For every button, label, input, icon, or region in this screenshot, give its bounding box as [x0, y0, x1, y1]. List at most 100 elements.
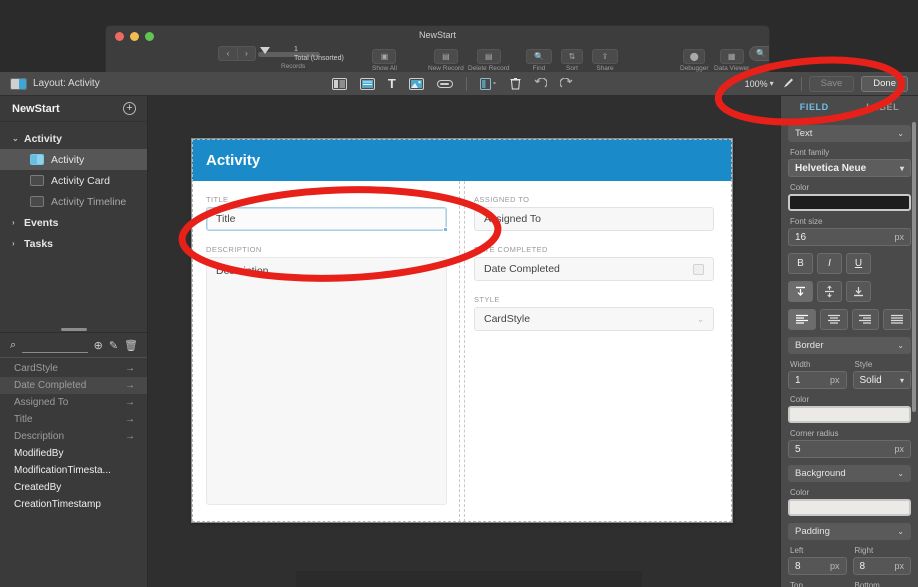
sort-group[interactable]: ⇅ Sort	[561, 46, 583, 72]
chevron-down-icon[interactable]: ▾	[900, 164, 904, 173]
section-padding[interactable]: Padding ⌄	[788, 523, 911, 540]
style-field[interactable]: CardStyle ⌄	[474, 307, 714, 331]
share-icon[interactable]: ⇪	[592, 49, 618, 64]
arrow-right-icon[interactable]: →	[125, 380, 135, 391]
align-left-button[interactable]	[788, 309, 816, 330]
section-border[interactable]: Border ⌄	[788, 337, 911, 354]
arrow-right-icon[interactable]: →	[125, 397, 135, 408]
chevron-down-icon[interactable]: ⌄	[897, 527, 904, 536]
redo-icon[interactable]	[559, 77, 573, 90]
image-icon[interactable]	[408, 77, 424, 90]
chevron-down-icon[interactable]: ⌄	[12, 134, 24, 143]
undo-icon[interactable]	[534, 77, 547, 90]
list-item[interactable]: Assigned To →	[0, 394, 147, 411]
align-center-button[interactable]	[819, 309, 848, 330]
list-item[interactable]: CreatedBy	[0, 479, 147, 496]
debugger-icon[interactable]: ⬤	[683, 49, 706, 64]
list-item[interactable]: Date Completed →	[0, 377, 147, 394]
chevron-down-icon[interactable]: ⌄	[897, 469, 904, 478]
trash-icon[interactable]	[510, 77, 521, 90]
date-completed-field[interactable]: Date Completed	[474, 257, 714, 281]
bold-button[interactable]: B	[788, 253, 813, 274]
delete-record-group[interactable]: ▤ Delete Record	[468, 46, 510, 72]
button-icon[interactable]	[436, 79, 453, 89]
list-item[interactable]: CreationTimestamp	[0, 496, 147, 513]
inspector-scroll[interactable]: Text ⌄ Font family Helvetica Neue ▾ Colo…	[781, 118, 918, 587]
delete-field-icon[interactable]: 🗑	[124, 339, 138, 352]
list-item[interactable]: ModificationTimesta...	[0, 462, 147, 479]
delete-record-icon[interactable]: ▤	[476, 49, 501, 64]
align-top-button[interactable]	[788, 281, 813, 302]
tree-group-events[interactable]: › Events	[0, 212, 147, 233]
share-group[interactable]: ⇪ Share	[592, 46, 618, 72]
inspector-scrollbar[interactable]	[912, 122, 916, 412]
chevron-down-icon[interactable]: ▾	[900, 376, 904, 385]
title-field[interactable]: Title	[206, 207, 448, 232]
align-justify-button[interactable]	[883, 309, 911, 330]
chevron-right-icon[interactable]: ›	[12, 239, 24, 248]
field-search-row[interactable]: ⌕ ⊕ ✎ 🗑	[0, 334, 147, 358]
debugger-group[interactable]: ⬤ Debugger	[680, 46, 709, 72]
align-bottom-button[interactable]	[846, 281, 871, 302]
new-record-group[interactable]: ▤ New Record	[428, 46, 464, 72]
resize-handle[interactable]	[443, 227, 448, 232]
add-field-icon[interactable]: ⊕	[94, 339, 103, 352]
new-record-icon[interactable]: ▤	[433, 49, 458, 64]
tree-group-tasks[interactable]: › Tasks	[0, 233, 147, 254]
arrow-right-icon[interactable]: →	[125, 414, 135, 425]
arrow-right-icon[interactable]: →	[125, 431, 135, 442]
chevron-right-icon[interactable]: ›	[12, 218, 24, 227]
list-item[interactable]: Description →	[0, 428, 147, 445]
sort-icon[interactable]: ⇅	[561, 49, 583, 64]
italic-button[interactable]: I	[817, 253, 842, 274]
sidebar-item-activity-card[interactable]: Activity Card	[0, 170, 147, 191]
edit-field-icon[interactable]: ✎	[109, 339, 118, 352]
sidebar-resize-handle[interactable]	[60, 328, 87, 331]
section-background[interactable]: Background ⌄	[788, 465, 911, 482]
data-viewer-icon[interactable]: ▦	[719, 49, 744, 64]
tab-field[interactable]: FIELD	[800, 102, 829, 112]
record-nav-buttons[interactable]: ‹ ›	[218, 46, 256, 61]
list-item[interactable]: ModifiedBy	[0, 445, 147, 462]
description-field[interactable]: Description	[206, 257, 447, 505]
sidebar-item-activity[interactable]: Activity	[0, 149, 147, 170]
font-size-input[interactable]: 16 px	[788, 228, 911, 246]
show-all-group[interactable]: ▣ Show All	[372, 46, 397, 72]
portal-icon[interactable]	[359, 77, 375, 90]
calendar-icon[interactable]	[693, 263, 704, 275]
align-middle-button[interactable]	[817, 281, 842, 302]
border-width-input[interactable]: 1 px	[788, 371, 847, 389]
previous-record-icon[interactable]: ‹	[218, 46, 237, 61]
next-record-icon[interactable]: ›	[237, 46, 256, 61]
field-picker-icon[interactable]	[479, 77, 497, 90]
zoom-level[interactable]: 100%	[745, 79, 768, 89]
border-color-swatch[interactable]	[788, 406, 911, 423]
add-layout-icon[interactable]: +	[123, 102, 136, 115]
panel-icon[interactable]	[331, 77, 347, 90]
field-search-input[interactable]	[22, 339, 88, 353]
background-color-swatch[interactable]	[788, 499, 911, 516]
border-style-select[interactable]: Solid ▾	[852, 371, 911, 389]
underline-button[interactable]: U	[846, 253, 871, 274]
chevron-down-icon[interactable]: ⌄	[897, 129, 904, 138]
find-group[interactable]: 🔍 Find	[526, 46, 552, 72]
show-all-icon[interactable]: ▣	[372, 49, 397, 64]
chevron-down-icon[interactable]: ⌄	[897, 341, 904, 350]
list-item[interactable]: Title →	[0, 411, 147, 428]
align-right-button[interactable]	[851, 309, 880, 330]
corner-radius-input[interactable]: 5 px	[788, 440, 911, 458]
data-viewer-group[interactable]: ▦ Data Viewer	[714, 46, 749, 72]
text-tool-icon[interactable]: T	[388, 76, 396, 91]
sidebar-item-activity-timeline[interactable]: Activity Timeline	[0, 191, 147, 212]
format-painter-icon[interactable]	[781, 77, 794, 90]
find-icon[interactable]: 🔍	[526, 49, 552, 64]
save-button[interactable]: Save	[808, 75, 855, 92]
card-header[interactable]: Activity	[192, 139, 732, 181]
padding-left-input[interactable]: 8 px	[788, 557, 847, 575]
font-family-select[interactable]: Helvetica Neue ▾	[788, 159, 911, 177]
chevron-down-icon[interactable]: ⌄	[696, 314, 704, 325]
chevron-down-icon[interactable]: ▾	[770, 79, 774, 88]
padding-right-input[interactable]: 8 px	[852, 557, 911, 575]
text-color-swatch[interactable]	[788, 194, 911, 211]
tab-label[interactable]: LABEL	[866, 102, 899, 112]
